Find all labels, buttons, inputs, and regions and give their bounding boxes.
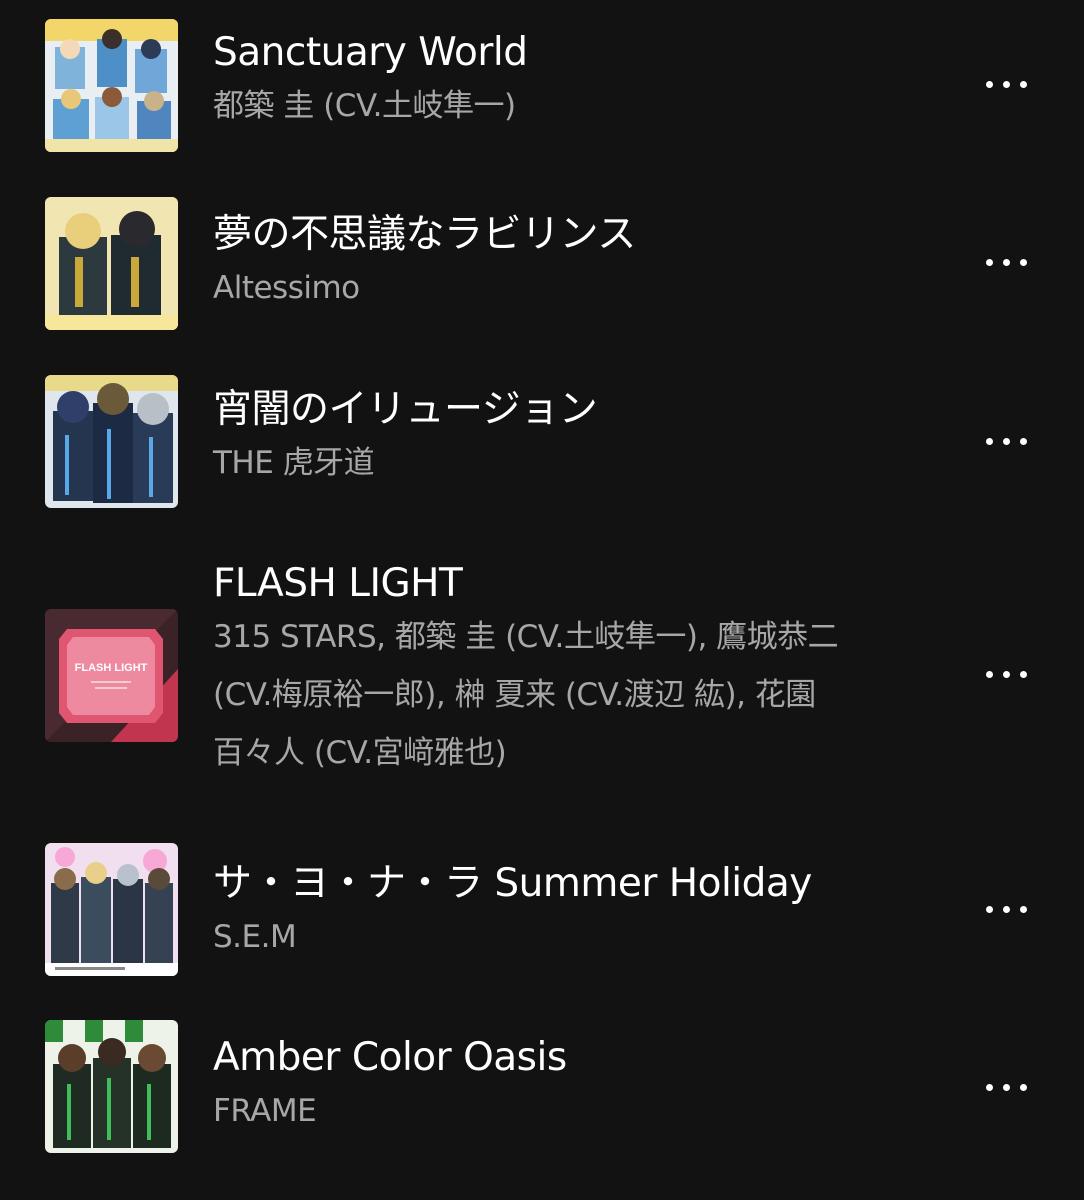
track-title: 夢の不思議なラビリンス [213, 212, 636, 257]
track-artist: 都築 圭 (CV.土岐隼一) [213, 88, 516, 124]
track-text: FLASH LIGHT 315 STARS, 都築 圭 (CV.土岐隼一), 鷹… [213, 560, 913, 782]
album-cover [45, 375, 178, 508]
more-dots-icon [985, 437, 993, 445]
more-dots-icon [985, 258, 993, 266]
cover-title-text: FLASH LIGHT [75, 662, 148, 674]
album-art-image [45, 375, 178, 508]
more-dots-icon [985, 905, 993, 913]
more-dots-icon [985, 1083, 993, 1091]
more-options-button[interactable] [968, 421, 1044, 461]
more-options-button[interactable] [968, 1067, 1044, 1107]
more-options-button[interactable] [968, 654, 1044, 694]
track-title: Sanctuary World [213, 30, 528, 75]
album-cover [45, 19, 178, 152]
track-title: Amber Color Oasis [213, 1035, 567, 1080]
more-dots-icon [985, 670, 993, 678]
track-text: 宵闇のイリュージョン THE 虎牙道 [213, 386, 913, 492]
track-title: FLASH LIGHT [213, 561, 463, 606]
track-row[interactable]: Amber Color Oasis FRAME [0, 1003, 1084, 1183]
album-art-image [45, 1020, 178, 1153]
album-cover [45, 1020, 178, 1153]
more-options-button[interactable] [968, 242, 1044, 282]
track-row[interactable]: Sanctuary World 都築 圭 (CV.土岐隼一) [0, 0, 1084, 175]
more-options-button[interactable] [968, 64, 1044, 104]
track-artist: 315 STARS, 都築 圭 (CV.土岐隼一), 鷹城恭二 (CV.梅原裕一… [213, 608, 913, 782]
more-dots-icon [985, 80, 993, 88]
track-artist: S.E.M [213, 919, 297, 955]
album-art-image [45, 843, 178, 976]
track-text: Sanctuary World 都築 圭 (CV.土岐隼一) [213, 29, 913, 135]
more-options-button[interactable] [968, 889, 1044, 929]
track-row[interactable]: 宵闇のイリュージョン THE 虎牙道 [0, 355, 1084, 533]
album-cover [45, 843, 178, 976]
track-artist-line: 百々人 (CV.宮﨑雅也) [213, 735, 507, 771]
track-artist: FRAME [213, 1093, 317, 1129]
track-row[interactable]: 夢の不思議なラビリンス Altessimo [0, 175, 1084, 355]
album-art-image [45, 19, 178, 152]
track-artist-line: 315 STARS, 都築 圭 (CV.土岐隼一), 鷹城恭二 [213, 619, 839, 655]
track-artist: THE 虎牙道 [213, 445, 375, 481]
track-title: 宵闇のイリュージョン [213, 387, 598, 432]
album-art-image [45, 197, 178, 330]
track-artist: Altessimo [213, 270, 360, 306]
track-title: サ・ヨ・ナ・ラ Summer Holiday [213, 861, 812, 906]
album-art-image: FLASH LIGHT [45, 609, 178, 742]
track-list: Sanctuary World 都築 圭 (CV.土岐隼一) 夢の不思議なラビリ… [0, 0, 1084, 1200]
track-text: Amber Color Oasis FRAME [213, 1034, 913, 1140]
track-text: サ・ヨ・ナ・ラ Summer Holiday S.E.M [213, 860, 913, 966]
track-text: 夢の不思議なラビリンス Altessimo [213, 211, 913, 317]
track-row[interactable]: FLASH LIGHT FLASH LIGHT 315 STARS, 都築 圭 … [0, 533, 1084, 823]
track-row[interactable]: サ・ヨ・ナ・ラ Summer Holiday S.E.M [0, 823, 1084, 1003]
track-artist-line: (CV.梅原裕一郎), 榊 夏来 (CV.渡辺 紘), 花園 [213, 677, 816, 713]
album-cover: FLASH LIGHT [45, 609, 178, 742]
album-cover [45, 197, 178, 330]
